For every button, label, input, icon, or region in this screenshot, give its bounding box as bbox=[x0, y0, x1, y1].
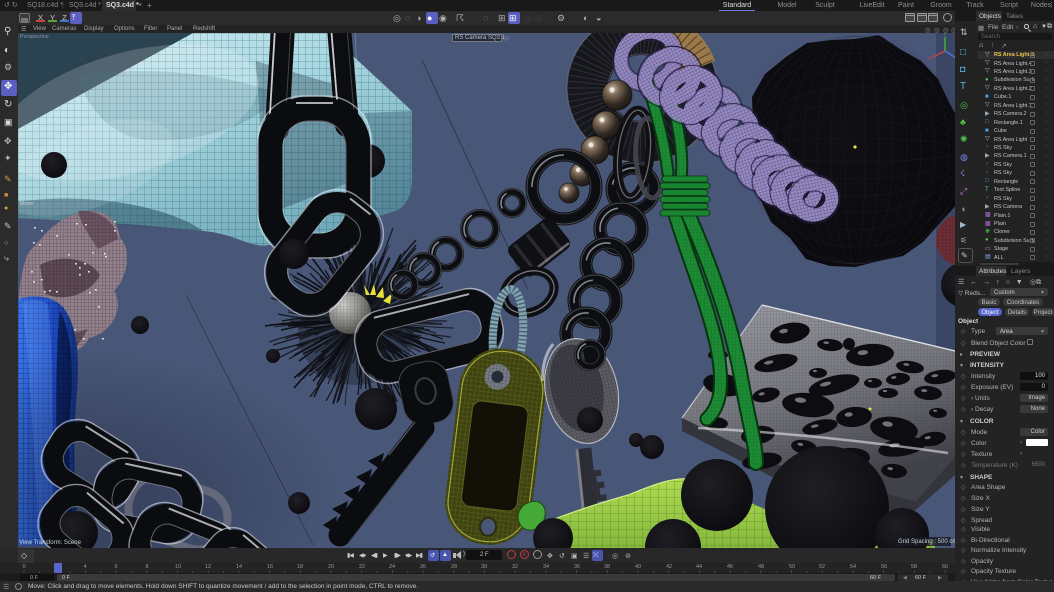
svg-text:Move: Move bbox=[20, 201, 33, 207]
